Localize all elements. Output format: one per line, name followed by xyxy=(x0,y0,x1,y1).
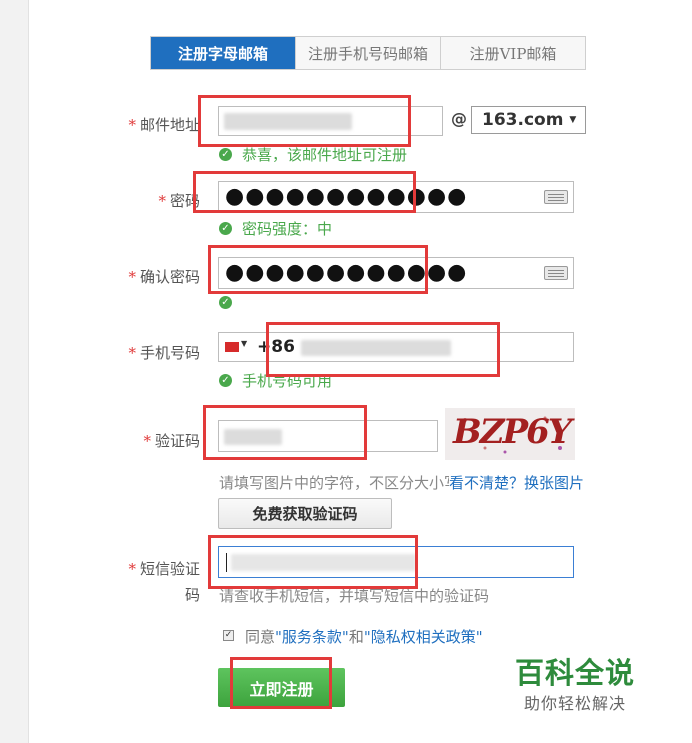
tab-letter-email[interactable]: 注册字母邮箱 xyxy=(151,37,296,69)
domain-select[interactable]: 163.com ▼ xyxy=(471,106,586,134)
confirm-password-label: * 确认密码 xyxy=(128,268,200,286)
phone-status: ✓ 手机号码可用 xyxy=(219,370,332,391)
get-sms-code-button[interactable]: 免费获取验证码 xyxy=(218,498,392,529)
check-icon: ✓ xyxy=(219,374,232,387)
captcha-input[interactable] xyxy=(218,420,438,452)
register-type-tabs: 注册字母邮箱 注册手机号码邮箱 注册VIP邮箱 xyxy=(150,36,586,70)
agree-checkbox[interactable]: ✓ xyxy=(223,630,234,641)
phone-input[interactable]: ▼ +86 xyxy=(218,332,574,362)
phone-label: * 手机号码 xyxy=(128,344,200,362)
terms-link[interactable]: "服务条款" xyxy=(275,628,349,646)
chevron-down-icon: ▼ xyxy=(241,339,248,348)
redacted-captcha-text xyxy=(224,429,282,445)
china-flag-icon[interactable] xyxy=(225,342,239,352)
password-input[interactable]: ●●●●●●●●●●●● xyxy=(218,181,574,213)
sms-code-input[interactable] xyxy=(218,546,574,578)
left-gutter xyxy=(0,0,29,743)
watermark-subtitle: 助你轻松解决 xyxy=(524,694,627,713)
watermark-title: 百科全说 xyxy=(515,656,636,690)
chevron-down-icon: ▼ xyxy=(569,115,577,125)
check-icon: ✓ xyxy=(219,148,232,161)
redacted-phone-number xyxy=(301,340,451,356)
check-icon: ✓ xyxy=(219,296,232,309)
confirm-status: ✓ xyxy=(219,296,242,309)
redacted-sms-code xyxy=(231,554,416,571)
password-value: ●●●●●●●●●●●● xyxy=(225,184,468,209)
at-sign: @ xyxy=(451,109,467,128)
captcha-hint: 请填写图片中的字符，不区分大小写 xyxy=(219,474,460,492)
text-cursor xyxy=(226,553,227,572)
tab-vip-email[interactable]: 注册VIP邮箱 xyxy=(441,37,585,69)
country-code: +86 xyxy=(257,337,295,357)
captcha-image[interactable]: BZP6Y xyxy=(445,408,575,460)
captcha-label: * 验证码 xyxy=(143,432,200,450)
keyboard-icon[interactable] xyxy=(544,190,568,204)
confirm-password-value: ●●●●●●●●●●●● xyxy=(225,260,468,285)
refresh-captcha-link[interactable]: 看不清楚？换张图片 xyxy=(449,472,585,493)
tab-phone-email[interactable]: 注册手机号码邮箱 xyxy=(296,37,441,69)
keyboard-icon[interactable] xyxy=(544,266,568,280)
register-button[interactable]: 立即注册 xyxy=(218,668,345,707)
confirm-password-input[interactable]: ●●●●●●●●●●●● xyxy=(218,257,574,289)
password-label: * 密码 xyxy=(158,192,200,210)
sms-code-label: * 短信验证码 xyxy=(128,560,200,604)
captcha-text: BZP6Y xyxy=(453,412,572,452)
password-strength: ✓ 密码强度：中 xyxy=(219,218,332,239)
redacted-email-text xyxy=(224,113,352,130)
email-input[interactable] xyxy=(218,106,443,136)
agree-text: 同意"服务条款"和"隐私权相关政策" xyxy=(245,628,483,646)
privacy-link[interactable]: "隐私权相关政策" xyxy=(364,628,483,646)
email-label: * 邮件地址 xyxy=(128,116,200,134)
sms-hint: 请查收手机短信，并填写短信中的验证码 xyxy=(219,587,490,605)
email-status: ✓ 恭喜，该邮件地址可注册 xyxy=(219,144,407,165)
check-icon: ✓ xyxy=(219,222,232,235)
